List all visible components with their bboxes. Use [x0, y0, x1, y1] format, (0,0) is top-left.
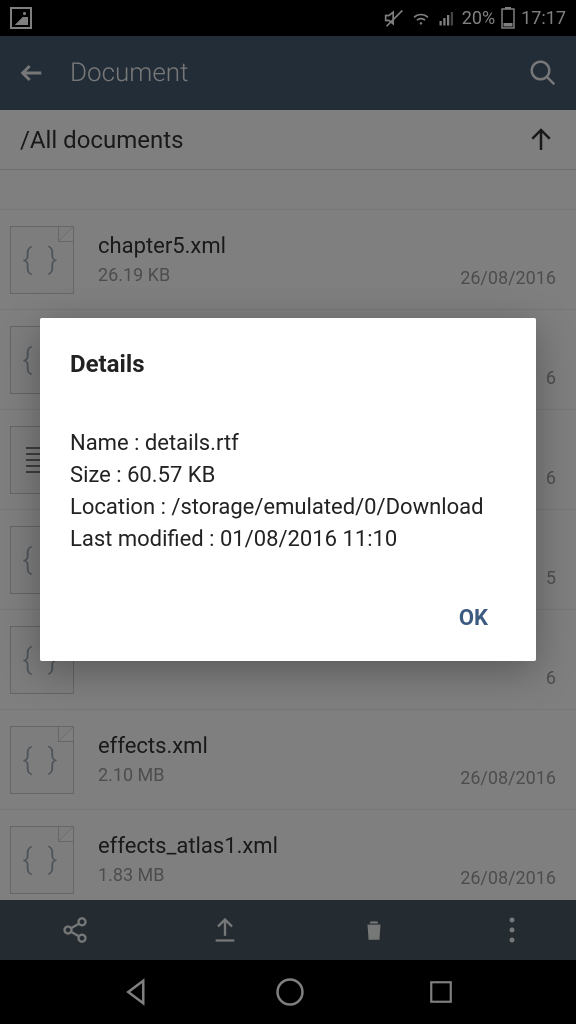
- dialog-title: Details: [70, 350, 506, 378]
- ok-button[interactable]: OK: [441, 596, 506, 641]
- details-dialog: Details Name : details.rtf Size : 60.57 …: [40, 318, 536, 661]
- dialog-body: Name : details.rtf Size : 60.57 KB Locat…: [70, 428, 506, 556]
